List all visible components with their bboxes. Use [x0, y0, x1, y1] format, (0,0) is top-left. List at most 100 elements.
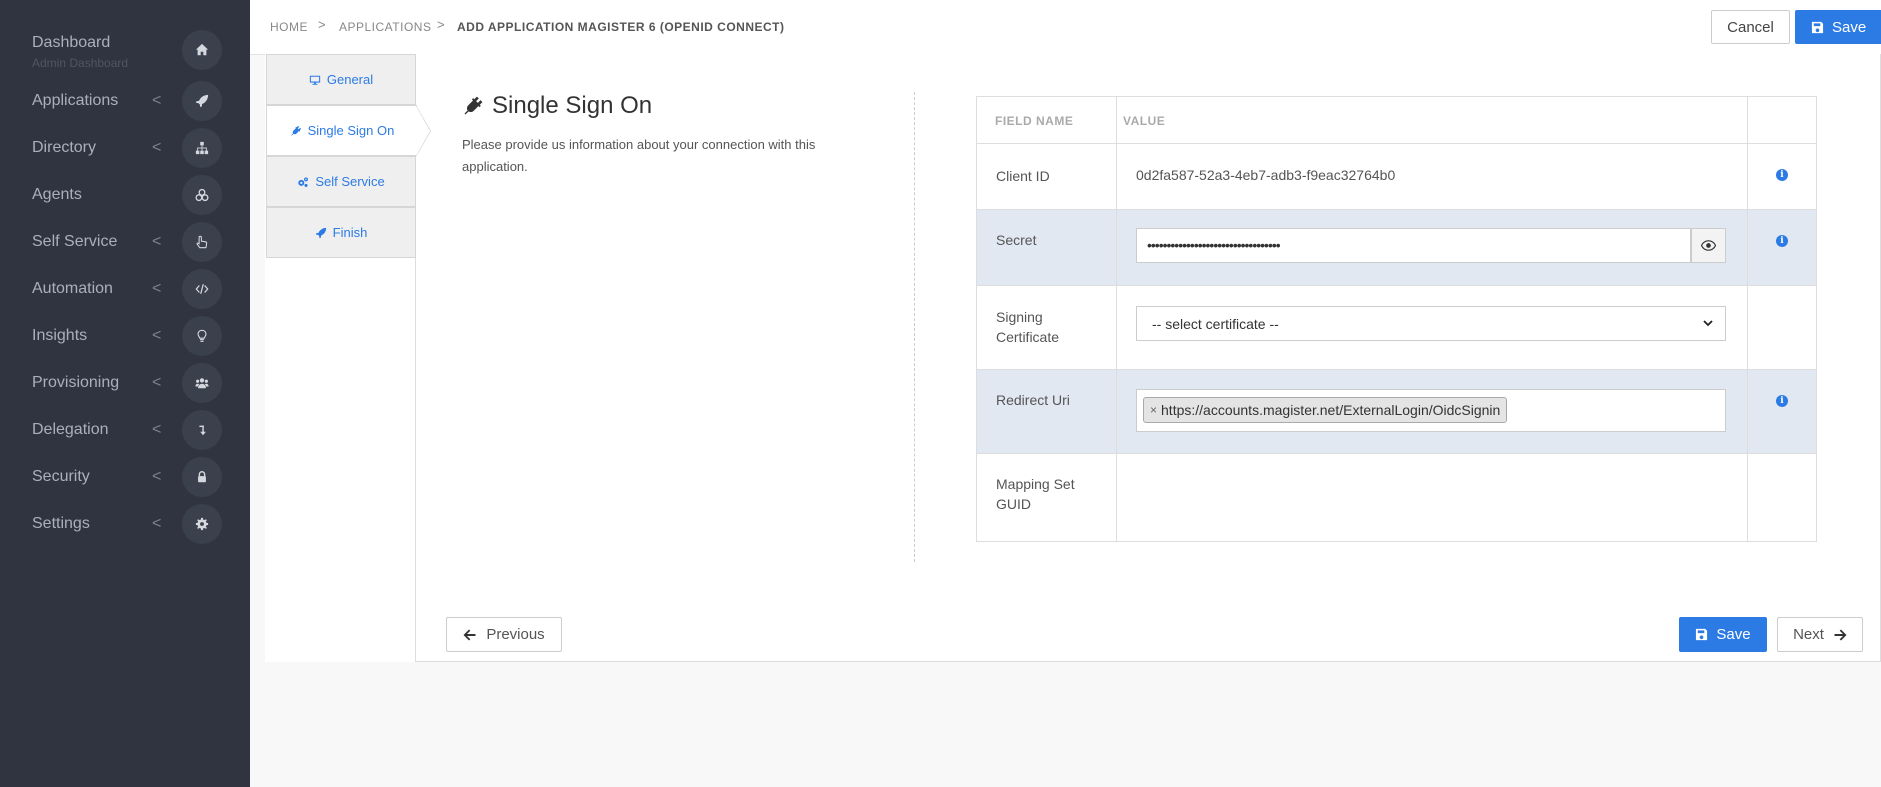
sidebar: Dashboard Admin Dashboard Applications <…	[0, 0, 250, 787]
next-button-label: Next	[1793, 626, 1824, 643]
sidebar-item-label: Provisioning	[32, 374, 120, 391]
info-icon[interactable]: i	[1776, 169, 1788, 181]
breadcrumb-separator: >	[437, 17, 445, 32]
sidebar-item-label: Directory	[32, 139, 97, 156]
info-icon[interactable]: i	[1776, 235, 1788, 247]
step-label: Single Sign On	[307, 123, 395, 138]
previous-button-label: Previous	[486, 626, 545, 643]
step-label: Self Service	[315, 174, 385, 189]
signing-certificate-select[interactable]: -- select certificate --	[1136, 306, 1726, 341]
sidebar-item-label: Settings	[32, 515, 90, 532]
next-button[interactable]: Next	[1777, 617, 1863, 652]
desktop-icon	[309, 75, 321, 85]
breadcrumb-applications[interactable]: APPLICATIONS	[339, 20, 431, 34]
redirect-uri-tag: × https://accounts.magister.net/External…	[1143, 397, 1508, 423]
active-step-pointer-fill	[416, 106, 430, 156]
sitemap-icon	[182, 128, 222, 168]
sidebar-item-label: Dashboard	[32, 34, 111, 51]
field-label: Mapping Set GUID	[996, 476, 1075, 512]
sidebar-item-label: Agents	[32, 186, 82, 203]
section-title-text: Single Sign On	[492, 92, 653, 119]
save-button-top[interactable]: Save	[1795, 10, 1881, 44]
sidebar-item-settings[interactable]: Settings <	[0, 500, 250, 547]
field-label: Client ID	[996, 168, 1050, 184]
chevron-left-icon: <	[152, 139, 162, 156]
sidebar-item-provisioning[interactable]: Provisioning <	[0, 359, 250, 406]
table-row-redirect-uri: Redirect Uri × https://accounts.magister…	[977, 369, 1816, 454]
breadcrumb-current: ADD APPLICATION MAGISTER 6 (OPENID CONNE…	[457, 20, 785, 34]
sidebar-item-label: Automation	[32, 280, 113, 297]
breadcrumb-home[interactable]: HOME	[270, 20, 308, 34]
step-finish[interactable]: Finish	[266, 207, 416, 258]
table-column-divider	[1116, 286, 1117, 370]
sidebar-item-label: Delegation	[32, 421, 109, 438]
table-column-divider	[1116, 454, 1117, 542]
header-field-name: FIELD NAME	[995, 114, 1074, 128]
table-column-divider	[1116, 144, 1117, 210]
save-button-label: Save	[1716, 626, 1751, 643]
chevron-down-icon	[1703, 320, 1713, 327]
tag-text: https://accounts.magister.net/ExternalLo…	[1161, 402, 1501, 418]
chevron-left-icon: <	[152, 515, 162, 532]
table-row-secret: Secret •••••••••••••••••••••••••••••••••…	[977, 209, 1816, 286]
sidebar-item-dashboard[interactable]: Dashboard Admin Dashboard	[0, 28, 250, 75]
level-down-icon	[182, 410, 222, 450]
code-icon	[182, 269, 222, 309]
table-row-mapping-set-guid: Mapping Set GUID	[977, 453, 1816, 542]
redirect-uri-input[interactable]: × https://accounts.magister.net/External…	[1136, 389, 1726, 432]
sidebar-item-label: Applications	[32, 92, 119, 109]
header-value: VALUE	[1123, 114, 1166, 128]
sidebar-item-directory[interactable]: Directory <	[0, 124, 250, 171]
table-column-divider	[1116, 210, 1117, 286]
sidebar-item-self-service[interactable]: Self Service <	[0, 218, 250, 265]
rocket-icon	[315, 227, 326, 238]
secret-field[interactable]: ••••••••••••••••••••••••••••••••••	[1136, 228, 1691, 263]
chevron-left-icon: <	[152, 374, 162, 391]
step-single-sign-on[interactable]: Single Sign On	[266, 105, 417, 156]
sidebar-item-label: Self Service	[32, 233, 118, 250]
cubes-icon	[182, 175, 222, 215]
sidebar-item-delegation[interactable]: Delegation <	[0, 406, 250, 453]
lock-icon	[182, 457, 222, 497]
section-title: Single Sign On	[462, 92, 652, 120]
arrow-left-icon	[463, 629, 476, 640]
chevron-left-icon: <	[152, 468, 162, 485]
chevron-left-icon: <	[152, 421, 162, 438]
chevron-left-icon: <	[152, 280, 162, 297]
sidebar-item-automation[interactable]: Automation <	[0, 265, 250, 312]
client-id-value: 0d2fa587-52a3-4eb7-adb3-f9eac32764b0	[1136, 167, 1396, 183]
table-row-client-id: Client ID 0d2fa587-52a3-4eb7-adb3-f9eac3…	[977, 143, 1816, 210]
sidebar-item-sublabel: Admin Dashboard	[32, 56, 129, 70]
sidebar-item-security[interactable]: Security <	[0, 453, 250, 500]
field-table: FIELD NAME VALUE Client ID 0d2fa587-52a3…	[976, 96, 1817, 542]
chevron-left-icon: <	[152, 92, 162, 109]
field-label: Redirect Uri	[996, 392, 1070, 408]
section-description: Please provide us information about your…	[462, 137, 816, 174]
step-label: Finish	[332, 225, 368, 240]
eye-icon	[1701, 240, 1716, 251]
step-general[interactable]: General	[266, 54, 416, 105]
arrow-right-icon	[1834, 629, 1847, 640]
save-icon	[1696, 628, 1708, 641]
remove-tag-icon[interactable]: ×	[1150, 403, 1157, 417]
sidebar-item-applications[interactable]: Applications <	[0, 77, 250, 124]
plug-icon	[464, 96, 483, 115]
step-label: General	[326, 72, 374, 87]
gear-icon	[182, 504, 222, 544]
field-label: Secret	[996, 232, 1037, 248]
breadcrumb-separator: >	[318, 17, 326, 32]
info-icon[interactable]: i	[1776, 395, 1788, 407]
show-secret-button[interactable]	[1691, 228, 1726, 263]
plug-icon	[290, 125, 301, 136]
cancel-button[interactable]: Cancel	[1711, 10, 1790, 44]
cogs-icon	[298, 176, 309, 187]
step-self-service[interactable]: Self Service	[266, 156, 416, 207]
save-icon	[1811, 21, 1824, 33]
table-column-divider	[1116, 370, 1117, 454]
sidebar-item-label: Insights	[32, 327, 88, 344]
sidebar-item-insights[interactable]: Insights <	[0, 312, 250, 359]
chevron-left-icon: <	[152, 233, 162, 250]
sidebar-item-agents[interactable]: Agents	[0, 171, 250, 218]
save-button[interactable]: Save	[1679, 617, 1767, 652]
previous-button[interactable]: Previous	[446, 617, 562, 652]
